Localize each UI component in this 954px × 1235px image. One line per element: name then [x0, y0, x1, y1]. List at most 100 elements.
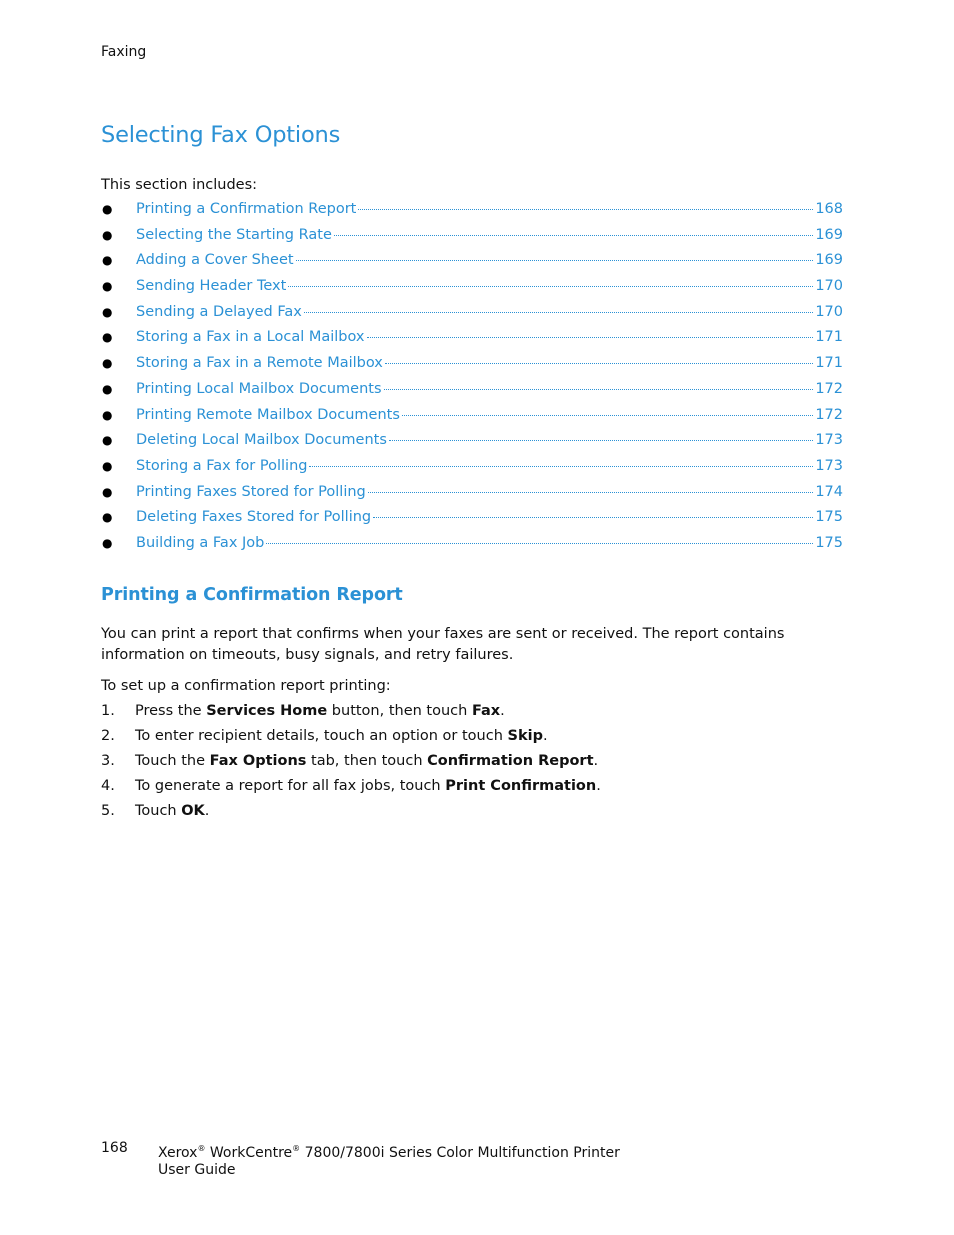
footer-product-line: Xerox® WorkCentre® 7800/7800i Series Col…	[158, 1140, 620, 1162]
footer: 168 Xerox® WorkCentre® 7800/7800i Series…	[101, 1140, 620, 1179]
steps-list: 1. Press the Services Home button, then t…	[101, 703, 601, 828]
toc-link-title: Storing a Fax for Polling	[136, 457, 308, 474]
ui-term: Confirmation Report	[427, 753, 594, 769]
toc-link[interactable]: Adding a Cover Sheet 169	[136, 252, 843, 268]
subsection-paragraph: You can print a report that confirms whe…	[101, 626, 785, 663]
dot-leader	[367, 491, 814, 493]
toc-link[interactable]: Printing Local Mailbox Documents 172	[136, 381, 843, 397]
step-text: Press the Services Home button, then tou…	[135, 703, 505, 719]
toc-link[interactable]: Deleting Local Mailbox Documents 173	[136, 432, 843, 448]
toc-link-title: Adding a Cover Sheet	[136, 252, 294, 269]
toc-item: ● Sending a Delayed Fax 170	[101, 304, 843, 330]
steps-intro: To set up a confirmation report printing…	[101, 678, 391, 694]
toc-page-number: 169	[815, 252, 843, 269]
toc-link-title: Building a Fax Job	[136, 534, 265, 551]
step-number: 4.	[101, 778, 115, 794]
bullet-icon: ●	[102, 253, 113, 268]
toc-link[interactable]: Sending a Delayed Fax 170	[136, 304, 843, 320]
toc-item: ● Building a Fax Job 175	[101, 535, 843, 561]
toc-link[interactable]: Printing Remote Mailbox Documents 172	[136, 407, 843, 423]
footer-product: WorkCentre	[209, 1145, 293, 1161]
toc-link[interactable]: Storing a Fax in a Local Mailbox 171	[136, 329, 843, 345]
toc-link-title: Storing a Fax in a Local Mailbox	[136, 329, 365, 346]
dot-leader	[333, 234, 814, 236]
toc-item: ● Printing Remote Mailbox Documents 172	[101, 407, 843, 433]
step-item: 3. Touch the Fax Options tab, then touch …	[101, 753, 601, 778]
toc-item: ● Printing Faxes Stored for Polling 174	[101, 484, 843, 510]
toc-link[interactable]: Storing a Fax in a Remote Mailbox 171	[136, 355, 843, 371]
ui-term: OK	[181, 803, 205, 819]
toc-link[interactable]: Selecting the Starting Rate 169	[136, 227, 843, 243]
step-text-part: Press the	[135, 703, 207, 719]
section-intro: This section includes:	[101, 177, 258, 193]
toc-item: ● Deleting Local Mailbox Documents 173	[101, 432, 843, 458]
bullet-icon: ●	[102, 304, 113, 319]
ui-term: Print Confirmation	[445, 778, 597, 794]
dot-leader	[309, 465, 814, 467]
toc-item: ● Printing Local Mailbox Documents 172	[101, 381, 843, 407]
step-text-part: button, then touch	[327, 703, 472, 719]
toc-item: ● Deleting Faxes Stored for Polling 175	[101, 509, 843, 535]
step-text-part: tab, then touch	[306, 753, 428, 769]
dot-leader	[388, 440, 814, 442]
ui-term: Fax Options	[209, 753, 307, 769]
bullet-icon: ●	[102, 510, 113, 525]
bullet-icon: ●	[102, 202, 113, 216]
bullet-icon: ●	[102, 279, 113, 294]
bullet-icon: ●	[102, 330, 113, 345]
ui-term: Skip	[507, 728, 543, 744]
step-text-part: To generate a report for all fax jobs, t…	[135, 778, 446, 794]
toc-link-title: Printing a Confirmation Report	[136, 201, 357, 217]
toc-page-number: 173	[815, 457, 843, 474]
step-text-part: .	[593, 753, 599, 769]
toc-page-number: 172	[815, 380, 843, 397]
step-item: 1. Press the Services Home button, then t…	[101, 703, 601, 728]
ui-term: Fax	[471, 703, 501, 719]
toc-page-number: 174	[815, 483, 843, 500]
step-item: 4. To generate a report for all fax jobs,…	[101, 778, 601, 803]
toc-page-number: 171	[815, 329, 843, 346]
toc-item: ● Printing a Confirmation Report 168	[101, 201, 843, 227]
toc-link[interactable]: Building a Fax Job 175	[136, 535, 843, 551]
toc-link[interactable]: Storing a Fax for Polling 173	[136, 458, 843, 474]
toc-page-number: 173	[815, 432, 843, 449]
dot-leader	[295, 260, 814, 262]
step-text-part: Touch	[135, 803, 182, 819]
step-number: 3.	[101, 753, 115, 769]
toc-link-title: Sending a Delayed Fax	[136, 303, 302, 320]
step-number: 1.	[101, 703, 115, 719]
toc-page-number: 175	[815, 534, 843, 551]
bullet-icon: ●	[102, 407, 113, 422]
footer-guide: User Guide	[158, 1162, 236, 1178]
bullet-icon: ●	[102, 356, 113, 371]
toc-link-title: Deleting Faxes Stored for Polling	[136, 509, 372, 526]
toc-link[interactable]: Printing a Confirmation Report 168	[136, 201, 843, 217]
dot-leader	[358, 209, 814, 210]
step-text: To generate a report for all fax jobs, t…	[135, 778, 601, 794]
toc-page-number: 172	[815, 406, 843, 423]
step-text-part: .	[542, 728, 548, 744]
footer-page-number: 168	[101, 1140, 128, 1156]
toc-page-number: 170	[815, 278, 843, 295]
toc-page-number: 169	[815, 226, 843, 243]
bullet-icon: ●	[102, 458, 113, 473]
registered-mark: ®	[292, 1144, 301, 1153]
footer-brand: Xerox	[158, 1145, 198, 1161]
dot-leader	[401, 414, 814, 416]
toc-link[interactable]: Deleting Faxes Stored for Polling 175	[136, 509, 843, 525]
step-text: Touch OK.	[135, 803, 209, 819]
toc-link-title: Printing Faxes Stored for Polling	[136, 483, 366, 500]
toc-link[interactable]: Printing Faxes Stored for Polling 174	[136, 484, 843, 500]
toc-page-number: 170	[815, 303, 843, 320]
toc-link[interactable]: Sending Header Text 170	[136, 278, 843, 294]
dot-leader	[366, 337, 814, 339]
toc-item: ● Storing a Fax in a Remote Mailbox 171	[101, 355, 843, 381]
toc-link-title: Selecting the Starting Rate	[136, 226, 332, 243]
step-item: 5. Touch OK.	[101, 803, 601, 828]
toc-page-number: 171	[815, 355, 843, 372]
toc-item: ● Sending Header Text 170	[101, 278, 843, 304]
step-text-part: .	[500, 703, 505, 719]
toc-link-title: Storing a Fax in a Remote Mailbox	[136, 355, 383, 372]
toc-item: ● Adding a Cover Sheet 169	[101, 252, 843, 278]
step-text-part: .	[204, 803, 210, 819]
